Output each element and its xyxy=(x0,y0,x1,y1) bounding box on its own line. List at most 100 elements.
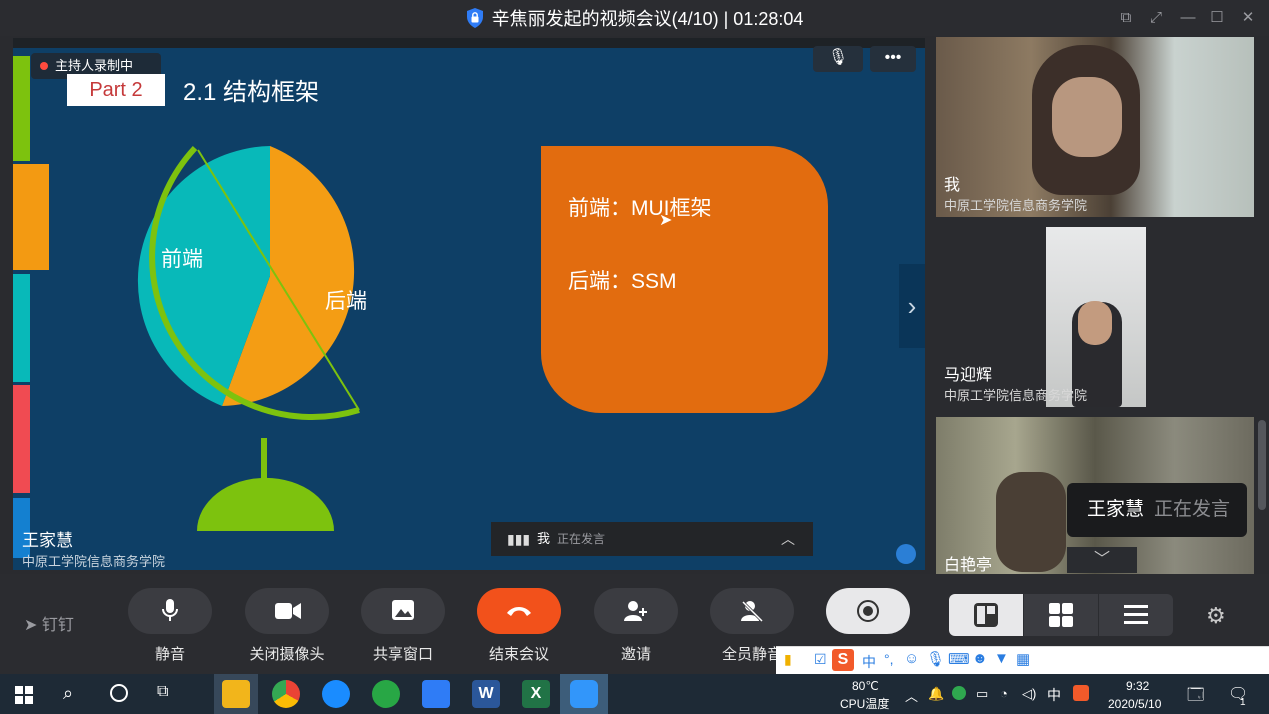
record-button[interactable] xyxy=(826,588,910,634)
windows-start-icon[interactable] xyxy=(15,686,33,704)
layout-grid-button[interactable] xyxy=(949,594,1023,636)
list-layout-icon xyxy=(1124,605,1148,624)
box-line-backend: 后端：SSM xyxy=(568,270,677,293)
chevron-down-icon[interactable]: ﹀ xyxy=(1067,547,1137,573)
sogou-ime-icon[interactable]: S xyxy=(832,649,854,671)
checklist-icon[interactable]: ☑ xyxy=(814,651,827,668)
more-options-button[interactable]: ••• xyxy=(870,46,916,72)
active-speaker-popup: 王家慧 正在发言 xyxy=(1067,483,1247,537)
maximize-button[interactable]: ☐ xyxy=(1207,8,1227,28)
invite-label: 邀请 xyxy=(620,646,651,663)
participant-silhouette xyxy=(996,472,1066,572)
keyboard-icon[interactable]: ⌨ xyxy=(948,650,970,668)
mute-label: 静音 xyxy=(154,646,185,663)
notification-bell-icon[interactable]: 🔔 xyxy=(928,686,944,702)
share-window-label: 共享窗口 xyxy=(372,646,433,663)
close-button[interactable]: ✕ xyxy=(1238,8,1258,28)
user-icon[interactable]: ☻ xyxy=(972,650,988,667)
video-tile-me[interactable]: 我 中原工学院信息商务学院 xyxy=(936,37,1254,217)
mute-all-icon xyxy=(741,600,764,623)
volume-icon[interactable]: ◁) xyxy=(1022,686,1036,702)
mouse-cursor-icon: ➤ xyxy=(659,212,673,229)
dingtalk-taskbar-icon[interactable] xyxy=(570,680,598,708)
camera-icon xyxy=(275,603,301,619)
participant-face xyxy=(1052,77,1122,157)
clock-time: 9:32 xyxy=(1126,679,1150,693)
layout-gallery-button[interactable] xyxy=(1024,594,1098,636)
settings-gear-icon[interactable]: ⚙ xyxy=(1206,603,1226,629)
share-top-strip xyxy=(13,38,925,48)
slide-stripe-teal xyxy=(13,274,30,382)
presenter-org: 中原工学院信息商务学院 xyxy=(22,554,166,569)
mic-icon-button[interactable]: 🎙 xyxy=(813,46,863,72)
pie-label-backend: 后端 xyxy=(325,290,367,313)
speaking-indicator-bar[interactable]: ▮▮▮ 我 正在发言 ︿ xyxy=(491,522,813,556)
emoji-icon[interactable]: ☺ xyxy=(904,650,919,667)
phone-app-icon[interactable] xyxy=(422,680,450,708)
globe-base xyxy=(197,477,334,531)
speaking-status: 正在发言 xyxy=(557,532,606,546)
punctuation-icon[interactable]: °, xyxy=(884,651,894,667)
task-view-icon[interactable]: ⧉ xyxy=(157,683,168,701)
picture-in-picture-icon[interactable] xyxy=(896,544,916,564)
next-page-arrow[interactable]: › xyxy=(899,264,925,348)
camera-off-button[interactable] xyxy=(245,588,329,634)
qq-browser-icon[interactable] xyxy=(322,680,350,708)
share-window-button[interactable] xyxy=(361,588,445,634)
folder-icon[interactable]: ▮ xyxy=(784,651,792,668)
slide-title: 2.1 结构框架 xyxy=(183,79,320,106)
box-line-frontend: 前端：MUI框架 xyxy=(568,197,712,220)
browser-icon[interactable] xyxy=(272,680,300,708)
hang-up-icon xyxy=(507,607,531,616)
add-user-icon xyxy=(624,601,647,621)
shared-screen: 主持人录制中 Part 2 2.1 结构框架 🎙 ••• 前端 后端 前端：MU… xyxy=(13,38,925,570)
participant-name: 我 xyxy=(944,177,961,194)
security-app-icon[interactable] xyxy=(952,686,966,700)
video-tile-ma[interactable]: 马迎辉 中原工学院信息商务学院 xyxy=(936,227,1254,407)
active-speaker-name: 王家慧 xyxy=(1087,499,1145,520)
microphone-icon xyxy=(162,599,178,621)
battery-icon[interactable]: ▭ xyxy=(976,686,988,702)
word-icon[interactable]: W xyxy=(472,680,500,708)
minimize-button[interactable]: — xyxy=(1178,8,1198,28)
dingtalk-logo: ➤ 钉钉 xyxy=(24,617,74,634)
mute-button[interactable] xyxy=(128,588,212,634)
fullscreen-icon[interactable]: ⤢ xyxy=(1146,8,1166,28)
participant-scrollbar[interactable] xyxy=(1258,420,1266,510)
voice-input-icon[interactable]: 🎙 xyxy=(926,650,945,668)
recording-label: 主持人录制中 xyxy=(55,58,134,73)
end-meeting-button[interactable] xyxy=(477,588,561,634)
participant-org: 中原工学院信息商务学院 xyxy=(944,388,1088,403)
speaker-layout-icon xyxy=(974,603,998,627)
speaking-name: 我 xyxy=(537,531,551,546)
window-title-wrap: 辛焦丽发起的视频会议(4/10) | 01:28:04 xyxy=(0,0,1269,36)
globe-pie-graphic xyxy=(137,145,360,531)
slide-part-label: Part 2 xyxy=(67,74,165,106)
chevron-up-icon[interactable]: ︿ xyxy=(781,522,795,556)
slide-stripe-orange xyxy=(13,164,49,270)
toolbox-icon[interactable]: ▦ xyxy=(1016,650,1030,668)
mute-all-button[interactable] xyxy=(710,588,794,634)
cortana-icon[interactable] xyxy=(110,684,128,702)
file-explorer-icon[interactable] xyxy=(222,680,250,708)
skin-shirt-icon[interactable]: ▼ xyxy=(994,650,1009,667)
excel-icon[interactable]: X xyxy=(522,680,550,708)
sogou-tray-icon[interactable] xyxy=(1073,685,1089,701)
slide-stripe-green xyxy=(13,56,30,161)
participant-face xyxy=(1078,301,1112,345)
record-icon xyxy=(857,600,879,622)
chevron-up-tray-icon[interactable]: ︿ xyxy=(905,686,918,705)
pin-window-icon[interactable]: ⧉ xyxy=(1116,8,1136,28)
invite-button[interactable] xyxy=(594,588,678,634)
grid-layout-icon xyxy=(1049,603,1073,627)
ime-lang-cn[interactable]: 中 xyxy=(862,652,876,672)
sync-app-icon[interactable] xyxy=(372,680,400,708)
layout-list-button[interactable] xyxy=(1099,594,1173,636)
window-title: 辛焦丽发起的视频会议(4/10) | 01:28:04 xyxy=(491,9,804,29)
recording-dot-icon xyxy=(40,62,48,70)
ime-lang-indicator[interactable]: 中 xyxy=(1047,685,1061,705)
ime-toolbar: ▮ ☑ S 中 °, ☺ 🎙 ⌨ ☻ ▼ ▦ xyxy=(776,646,1269,675)
wifi-icon[interactable]: ◔ xyxy=(1000,686,1008,701)
task-switch-icon[interactable]: 🗔 xyxy=(1187,684,1204,711)
search-icon[interactable]: ⌕ xyxy=(63,683,73,704)
